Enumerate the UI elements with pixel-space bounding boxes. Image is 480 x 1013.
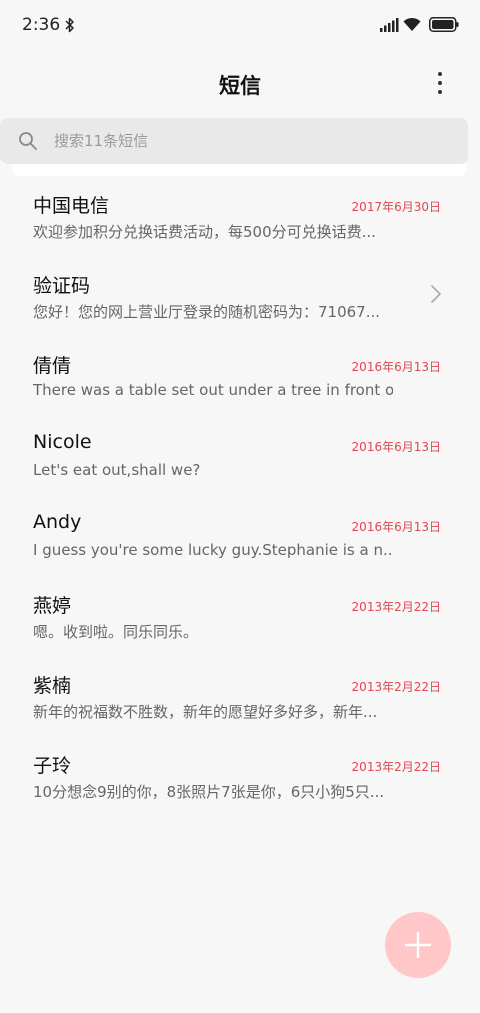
more-vertical-icon <box>438 72 442 76</box>
message-preview: There was a table set out under a tree i… <box>33 381 393 399</box>
more-options-button[interactable] <box>426 68 454 98</box>
message-date: 2013年2月22日 <box>351 680 441 694</box>
sender-name: Nicole <box>33 431 92 453</box>
sender-name: 验证码 <box>33 275 91 297</box>
search-input[interactable] <box>54 129 434 153</box>
search-bar[interactable] <box>0 118 468 164</box>
sender-name: 子玲 <box>33 755 72 777</box>
message-date: 2016年6月13日 <box>351 360 441 374</box>
message-item-verification-code[interactable]: 验证码 您好！您的网上营业厅登录的随机密码为：71067... <box>0 256 480 336</box>
chevron-right-icon <box>431 285 441 303</box>
message-item-qianqian[interactable]: 倩倩 2016年6月13日 There was a table set out … <box>0 336 480 416</box>
message-date: 2016年6月13日 <box>351 520 441 534</box>
sender-name: Andy <box>33 511 82 533</box>
status-time: 2:36 <box>22 15 61 35</box>
message-preview: 10分想念9别的你，8张照片7张是你，6只小狗5只... <box>33 783 385 801</box>
message-preview: 新年的祝福数不胜数，新年的愿望好多好多，新年... <box>33 703 378 721</box>
message-item-andy[interactable]: Andy 2016年6月13日 I guess you're some luck… <box>0 496 480 576</box>
app-header: 短信 <box>0 52 480 116</box>
message-item-yanting[interactable]: 燕婷 2013年2月22日 嗯。收到啦。同乐同乐。 <box>0 576 480 656</box>
message-date: 2016年6月13日 <box>351 440 441 454</box>
message-item-nicole[interactable]: Nicole 2016年6月13日 Let's eat out,shall we… <box>0 416 480 496</box>
message-preview: 嗯。收到啦。同乐同乐。 <box>33 623 199 641</box>
sender-name: 中国电信 <box>33 195 110 217</box>
sender-name: 燕婷 <box>33 595 72 617</box>
message-preview: 您好！您的网上营业厅登录的随机密码为：71067... <box>33 303 381 321</box>
message-date: 2017年6月30日 <box>351 200 441 214</box>
message-list: 中国电信 2017年6月30日 欢迎参加积分兑换话费活动，每500分可兑换话费.… <box>0 176 480 816</box>
message-item-china-telecom[interactable]: 中国电信 2017年6月30日 欢迎参加积分兑换话费活动，每500分可兑换话费.… <box>0 176 480 256</box>
message-item-zinan[interactable]: 紫楠 2013年2月22日 新年的祝福数不胜数，新年的愿望好多好多，新年... <box>0 656 480 736</box>
bluetooth-icon <box>65 17 74 33</box>
message-date: 2013年2月22日 <box>351 600 441 614</box>
wifi-icon <box>403 17 421 31</box>
new-message-button[interactable] <box>385 912 451 978</box>
sender-name: 倩倩 <box>33 355 72 377</box>
search-icon <box>19 132 37 150</box>
sender-name: 紫楠 <box>33 675 72 697</box>
messages-screen: 2:36 短信 搜索11条短信 中国电信 2017年6月30日 欢迎参加积分兑换… <box>0 0 480 1013</box>
message-preview: 欢迎参加积分兑换话费活动，每500分可兑换话费... <box>33 223 376 241</box>
search-shadow <box>12 164 466 176</box>
message-preview: Let's eat out,shall we? <box>33 461 201 479</box>
page-title: 短信 <box>219 74 261 98</box>
signal-icon <box>380 18 399 32</box>
message-date: 2013年2月22日 <box>351 760 441 774</box>
status-bar: 2:36 <box>0 0 480 52</box>
message-preview: I guess you're some lucky guy.Stephanie … <box>33 541 393 559</box>
plus-icon <box>404 931 432 959</box>
message-item-ziling[interactable]: 子玲 2013年2月22日 10分想念9别的你，8张照片7张是你，6只小狗5只.… <box>0 736 480 816</box>
battery-icon <box>429 17 459 32</box>
